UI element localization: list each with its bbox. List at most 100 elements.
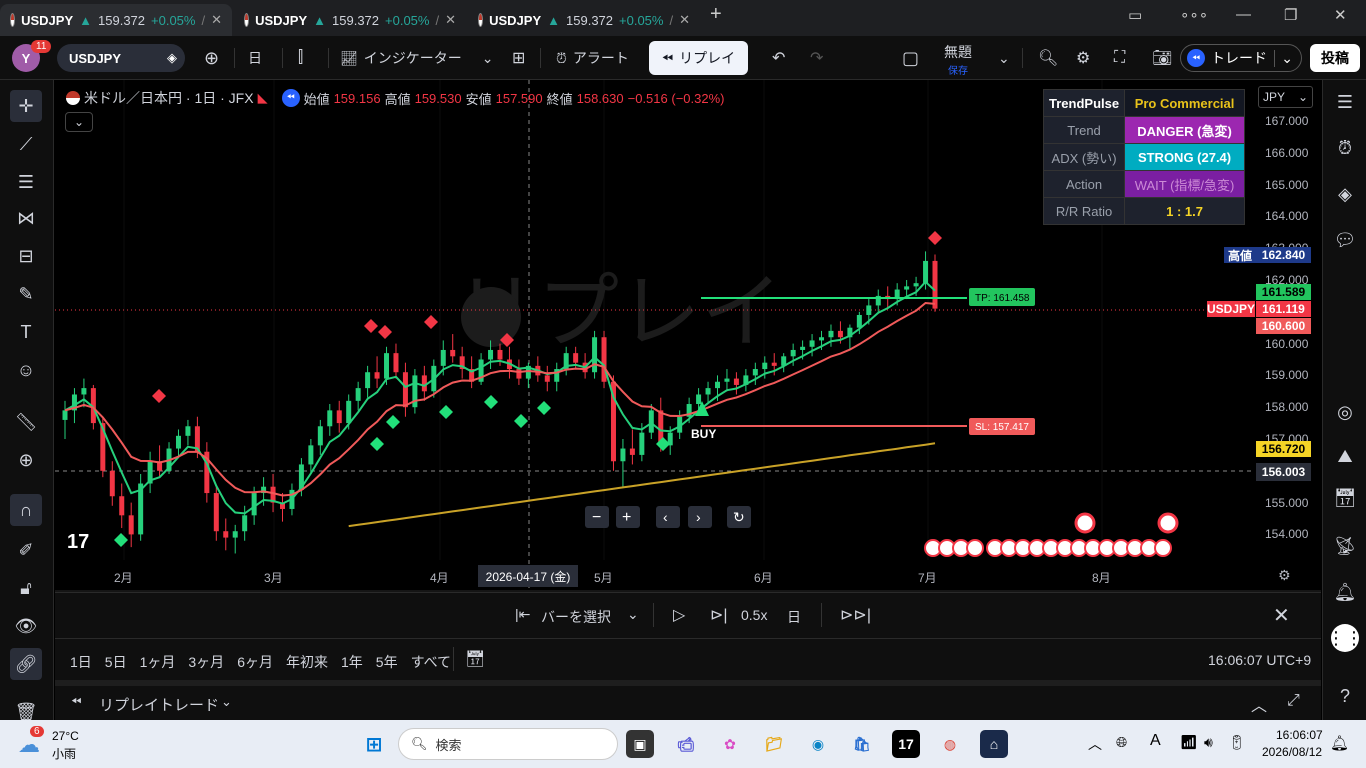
interval-button[interactable]: 日 bbox=[240, 44, 270, 72]
legend-collapse-button[interactable]: ⌄ bbox=[65, 112, 93, 132]
trade-button[interactable]: ⏪︎ トレード ⌄ bbox=[1180, 44, 1302, 72]
date-range-icon[interactable]: 📅︎ bbox=[465, 649, 485, 669]
replay-button[interactable]: ⏪︎ リプレイ bbox=[649, 41, 748, 75]
minimize-icon[interactable]: — bbox=[1236, 6, 1251, 23]
alert-button[interactable]: ⏰︎ アラート bbox=[548, 44, 637, 72]
settings-gear-icon[interactable]: ⚙ bbox=[1068, 44, 1098, 72]
zoom-search-icon[interactable]: 🔍︎ bbox=[1030, 44, 1066, 72]
copilot-icon[interactable]: ✿ bbox=[716, 730, 744, 758]
candle-type-icon[interactable]: ⫿ bbox=[290, 44, 311, 72]
fullscreen-box-icon[interactable]: ▢ bbox=[894, 44, 927, 72]
link-icon[interactable]: 🔗︎ bbox=[10, 648, 42, 680]
alarm-clock-icon[interactable]: ⏰︎ bbox=[1331, 134, 1359, 162]
range-button[interactable]: 1年 bbox=[341, 652, 363, 672]
windows-start-icon[interactable]: ⊞ bbox=[360, 730, 388, 758]
range-button[interactable]: 年初来 bbox=[286, 652, 328, 672]
chevron-up-icon[interactable]: ︿ bbox=[1088, 734, 1102, 754]
layouts-icon[interactable]: ⊞ bbox=[504, 44, 533, 72]
select-bar-button[interactable]: バーを選択 bbox=[541, 607, 611, 627]
symbol-search[interactable]: USDJPY ◈ bbox=[57, 44, 185, 72]
fullscreen-icon[interactable]: ⛶ bbox=[1106, 44, 1133, 72]
file-explorer-icon[interactable]: 📁︎ bbox=[760, 730, 788, 758]
play-icon[interactable]: ▷ bbox=[673, 605, 685, 625]
emoji-icon[interactable]: ☺ bbox=[10, 354, 42, 386]
store-icon[interactable]: 🛍︎ bbox=[848, 730, 876, 758]
range-button[interactable]: 1ヶ月 bbox=[140, 652, 176, 672]
clock-label[interactable]: 16:06:07 UTC+9 bbox=[1208, 652, 1311, 668]
speed-button[interactable]: 0.5x bbox=[741, 607, 767, 623]
close-icon[interactable]: ✕ bbox=[679, 12, 690, 28]
layout-name[interactable]: 無題 保存 bbox=[938, 42, 978, 77]
range-button[interactable]: すべて bbox=[411, 652, 451, 672]
economic-event-icon[interactable] bbox=[1074, 512, 1096, 534]
crosshair-icon[interactable]: ✛ bbox=[10, 90, 42, 122]
currency-selector[interactable]: JPY ⌄ bbox=[1258, 86, 1313, 108]
ime-indicator[interactable]: A bbox=[1150, 732, 1161, 750]
app-icon[interactable]: ⌂ bbox=[980, 730, 1008, 758]
add-symbol-icon[interactable]: ⊕ bbox=[196, 44, 227, 72]
chevron-down-icon[interactable]: ⌄ bbox=[627, 606, 639, 623]
bell-icon[interactable]: 🔔︎ bbox=[1331, 578, 1359, 606]
magnet-icon[interactable]: ∩ bbox=[10, 494, 42, 526]
lock-drawing-icon[interactable]: ✐ bbox=[10, 534, 42, 566]
wifi-icon[interactable]: 📶︎ bbox=[1180, 734, 1198, 751]
cast-icon[interactable]: ▭ bbox=[1128, 6, 1142, 24]
eye-icon[interactable]: 👁︎ bbox=[10, 610, 42, 642]
jump-to-realtime-icon[interactable]: ⊳⊳| bbox=[840, 605, 871, 625]
diamond-icon[interactable]: ◈ bbox=[167, 50, 177, 66]
help-icon[interactable]: ? bbox=[1331, 682, 1359, 710]
taskbar-search[interactable]: 🔍︎ 検索 bbox=[398, 728, 618, 760]
select-bar-icon[interactable]: |⇤ bbox=[515, 606, 530, 623]
post-button[interactable]: 投稿 bbox=[1310, 44, 1360, 72]
network-status-icon[interactable]: 🌐︎ bbox=[1116, 734, 1127, 751]
browser-tab-1[interactable]: USDJPY ▲ 159.372 +0.05% / ✕ bbox=[0, 4, 232, 36]
lock-icon[interactable]: 🔓︎ bbox=[10, 572, 42, 604]
step-forward-icon[interactable]: ⊳| bbox=[710, 605, 728, 625]
ideas-icon[interactable]: ⛰︎ bbox=[1331, 442, 1359, 470]
economic-event-icon[interactable] bbox=[966, 539, 984, 557]
chart-title[interactable]: 米ドル／日本円 · 1日 · JFX bbox=[84, 88, 254, 108]
layers-icon[interactable]: ◈ bbox=[1331, 180, 1359, 208]
edge-icon[interactable]: ◉ bbox=[804, 730, 832, 758]
replay-interval-button[interactable]: 日 bbox=[787, 607, 801, 627]
chevron-up-icon[interactable]: ︿ bbox=[1251, 692, 1267, 716]
brush-icon[interactable]: ✎ bbox=[10, 278, 42, 310]
calendar-icon[interactable]: 📅︎ bbox=[1331, 484, 1359, 512]
text-icon[interactable]: T bbox=[10, 316, 42, 348]
more-icon[interactable]: ∘∘∘ bbox=[1180, 6, 1208, 24]
tradingview-app-icon[interactable]: 17 bbox=[892, 730, 920, 758]
chevron-down-icon[interactable]: ⌄ bbox=[990, 44, 1018, 72]
trade-panel-title[interactable]: リプレイトレード bbox=[99, 694, 219, 715]
range-button[interactable]: 3ヶ月 bbox=[188, 652, 224, 672]
chat-icon[interactable]: 💬︎ bbox=[1331, 226, 1359, 254]
maximize-icon[interactable]: ⤢ bbox=[1287, 692, 1300, 710]
apps-grid-icon[interactable]: ⋮⋮ bbox=[1327, 624, 1363, 652]
close-replay-icon[interactable]: ✕ bbox=[1273, 603, 1290, 628]
teams-icon[interactable]: 📹︎ bbox=[672, 730, 700, 758]
fib-lines-icon[interactable]: ☰ bbox=[10, 166, 42, 198]
range-button[interactable]: 1日 bbox=[70, 652, 92, 672]
indicators-button[interactable]: 📈︎ インジケーター ⌄ bbox=[332, 44, 502, 72]
volume-icon[interactable]: 🔊︎ bbox=[1204, 734, 1213, 751]
undo-icon[interactable]: ↶ bbox=[764, 44, 793, 72]
range-button[interactable]: 5日 bbox=[105, 652, 127, 672]
close-icon[interactable]: ✕ bbox=[211, 12, 222, 28]
watchlist-icon[interactable]: ☰ bbox=[1331, 88, 1359, 116]
economic-event-icon[interactable] bbox=[1157, 512, 1179, 534]
window-close-icon[interactable]: ✕ bbox=[1334, 6, 1347, 24]
axis-settings-icon[interactable]: ⚙ bbox=[1278, 567, 1291, 584]
target-icon[interactable]: ◎ bbox=[1331, 398, 1359, 426]
taskbar-date[interactable]: 2026/08/12 bbox=[1262, 745, 1322, 759]
broadcast-icon[interactable]: 📡︎ bbox=[1331, 532, 1359, 560]
redo-icon[interactable]: ↷ bbox=[802, 44, 831, 72]
taskbar-time[interactable]: 16:06:07 bbox=[1276, 728, 1323, 742]
camera-icon[interactable]: 📷︎ bbox=[1144, 44, 1180, 72]
task-view-icon[interactable]: ▣ bbox=[626, 730, 654, 758]
notification-bell-icon[interactable]: 🔔︎ bbox=[1330, 734, 1349, 752]
browser-tab-3[interactable]: USDJPY ▲ 159.372 +0.05% / ✕ bbox=[468, 4, 700, 36]
ruler-icon[interactable]: 📏︎ bbox=[10, 406, 42, 438]
trendline-icon[interactable]: ⟋ bbox=[10, 128, 42, 160]
battery-icon[interactable]: 🔋︎ bbox=[1228, 734, 1246, 751]
economic-event-icon[interactable] bbox=[1154, 539, 1172, 557]
browser-tab-2[interactable]: USDJPY ▲ 159.372 +0.05% / ✕ bbox=[234, 4, 466, 36]
